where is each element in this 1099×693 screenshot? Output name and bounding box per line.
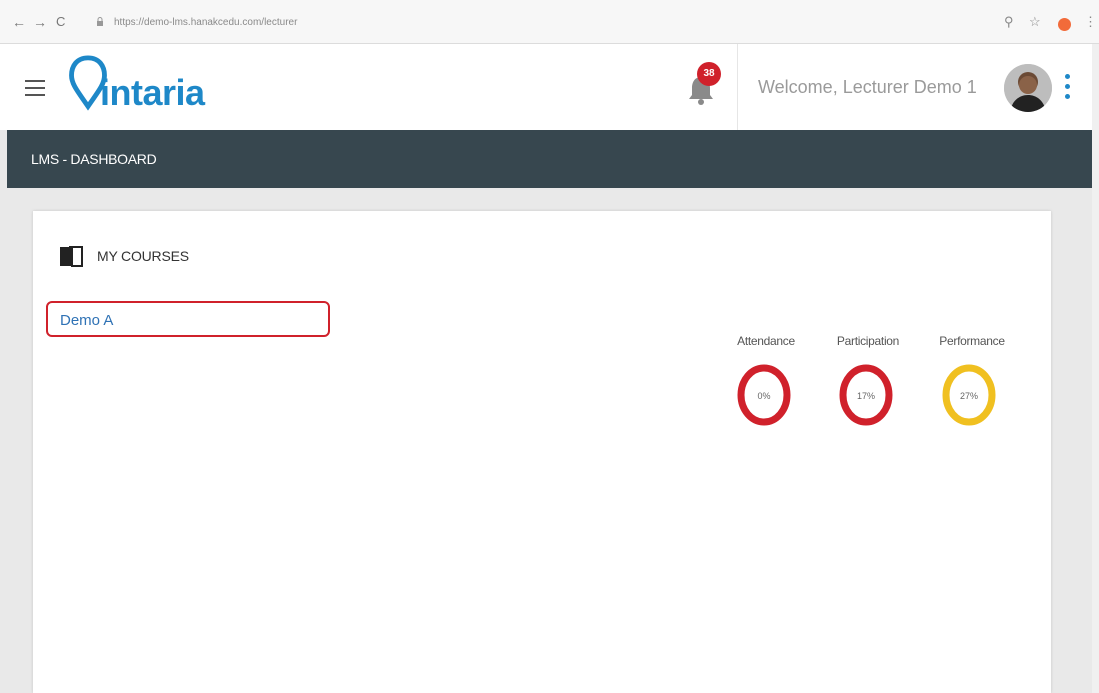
star-icon[interactable]: ☆ (1029, 14, 1041, 30)
forward-icon[interactable]: → (33, 14, 47, 30)
book-icon (60, 246, 83, 267)
course-label[interactable]: Demo A (60, 312, 113, 329)
performance-metric: Performance (922, 334, 1022, 348)
browser-menu-icon[interactable]: ⋮ (1084, 14, 1097, 30)
attendance-value: 0% (757, 391, 771, 401)
brand-logo-text: intaria (100, 72, 205, 113)
zoom-icon[interactable]: ⚲ (1004, 14, 1014, 30)
participation-metric: Participation (818, 334, 918, 348)
app-header: intaria 38 Welcome, Lecturer Demo 1 (0, 44, 1092, 130)
hamburger-menu-icon[interactable] (25, 80, 45, 96)
lock-icon (97, 17, 103, 26)
courses-card: MY COURSES Demo A Attendance Participati… (33, 211, 1051, 693)
attendance-label: Attendance (737, 334, 795, 348)
address-bar[interactable]: https://demo-lms.hanakcedu.com/lecturer (114, 17, 297, 28)
attendance-metric: Attendance (716, 334, 816, 348)
my-courses-heading: MY COURSES (97, 248, 189, 264)
header-divider (737, 44, 738, 130)
avatar[interactable] (1004, 64, 1052, 112)
welcome-text: Welcome, Lecturer Demo 1 (758, 77, 977, 97)
notification-count-badge[interactable]: 38 (697, 62, 721, 86)
page-title: LMS - DASHBOARD (31, 151, 157, 167)
participation-value: 17% (856, 391, 875, 401)
course-item-demo-a[interactable]: Demo A (46, 301, 330, 337)
page-scrollbar[interactable] (1092, 44, 1099, 693)
performance-label: Performance (939, 334, 1005, 348)
extension-icon[interactable] (1058, 18, 1071, 31)
participation-label: Participation (836, 334, 900, 348)
reload-icon[interactable]: C (56, 14, 65, 30)
page-title-bar: LMS - DASHBOARD (7, 130, 1092, 188)
performance-value: 27% (959, 391, 978, 401)
browser-toolbar: ← → C https://demo-lms.hanakcedu.com/lec… (0, 0, 1099, 44)
back-icon[interactable]: ← (12, 14, 26, 30)
more-options-icon[interactable] (1063, 74, 1071, 100)
user-photo-icon (1004, 64, 1052, 112)
